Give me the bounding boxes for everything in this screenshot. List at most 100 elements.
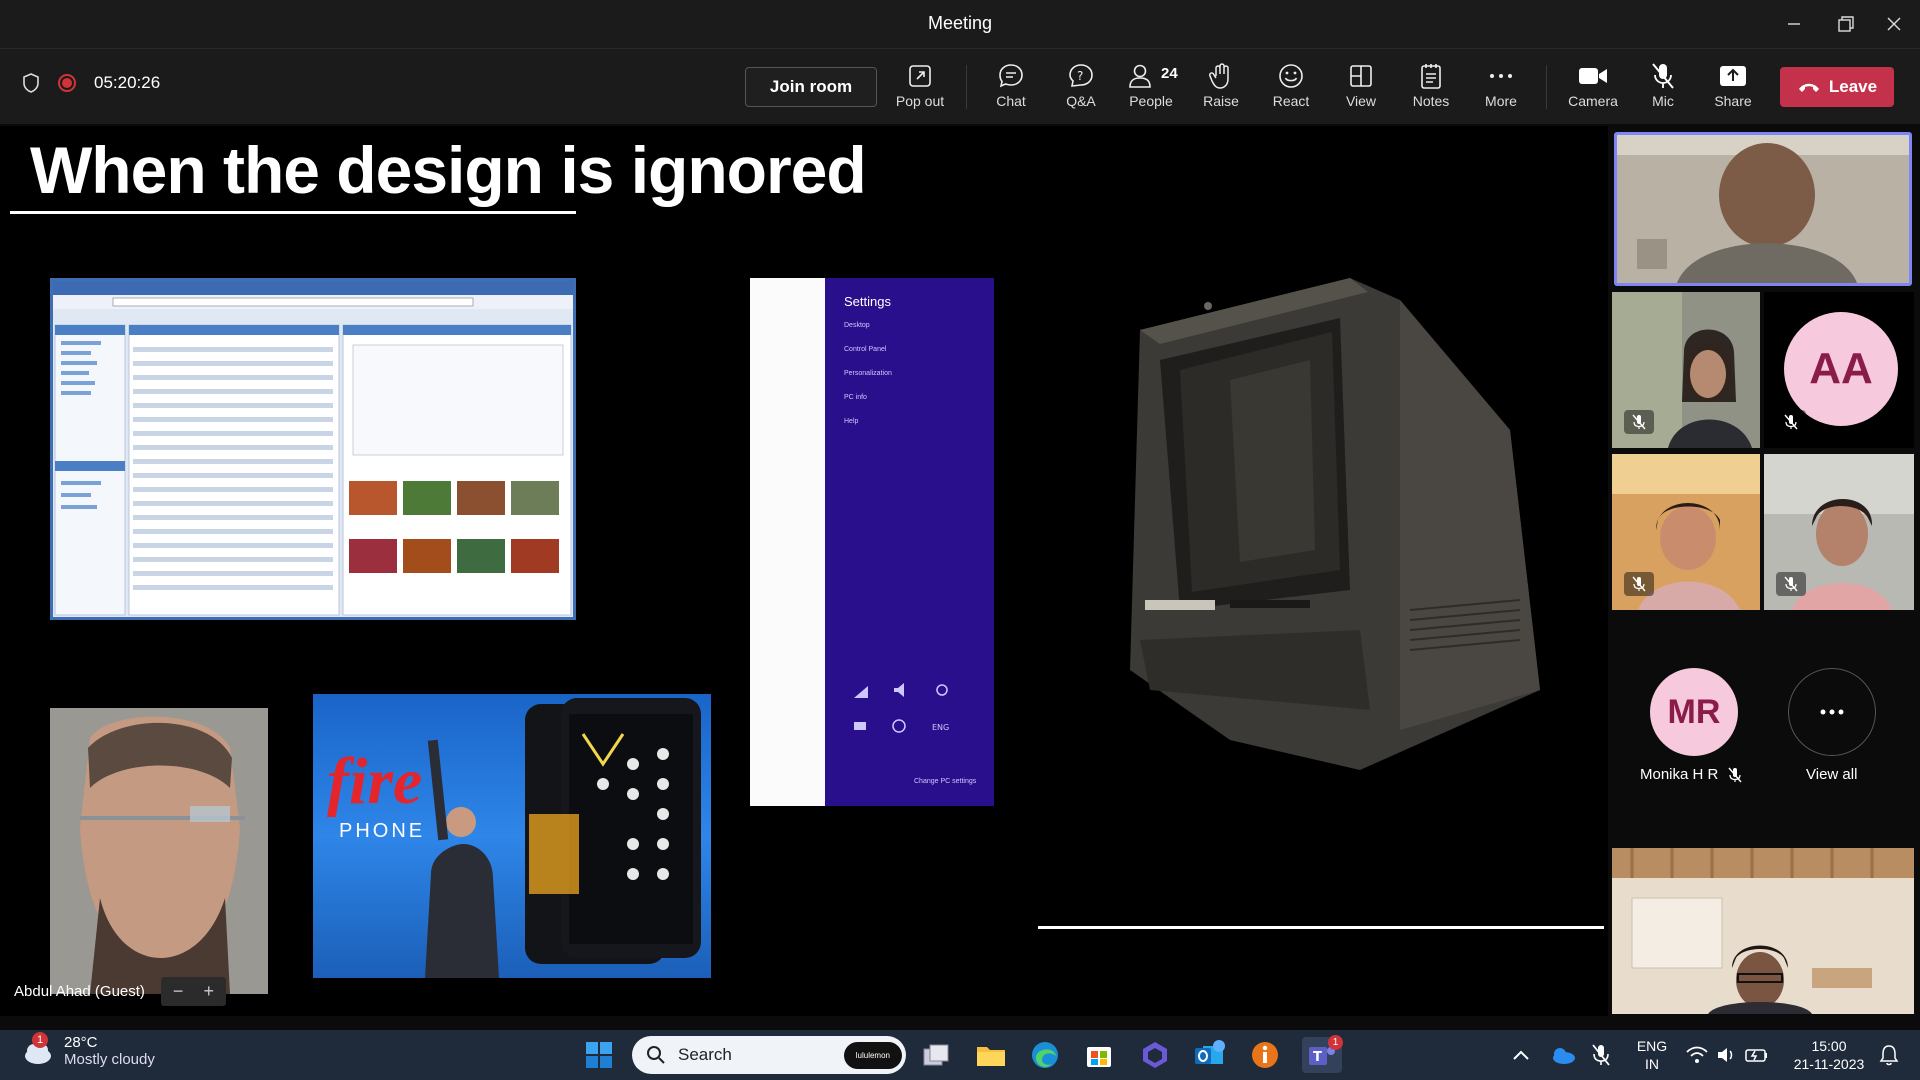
region-code: IN bbox=[1645, 1056, 1659, 1072]
qa-button[interactable]: ? Q&A bbox=[1048, 59, 1114, 119]
pop-out-button[interactable]: Pop out bbox=[887, 59, 953, 119]
settings-panel-title: Settings bbox=[844, 294, 891, 309]
view-button[interactable]: View bbox=[1328, 59, 1394, 119]
taskbar-search-box[interactable]: Search lululemon bbox=[632, 1036, 906, 1074]
info-app-button[interactable] bbox=[1248, 1039, 1282, 1071]
notes-button[interactable]: Notes bbox=[1398, 59, 1464, 119]
qa-icon: ? bbox=[1069, 64, 1093, 87]
view-all-label: View all bbox=[1806, 766, 1858, 783]
wifi-icon bbox=[1686, 1046, 1708, 1063]
participant-tile-video[interactable] bbox=[1612, 454, 1760, 610]
leave-button[interactable]: Leave bbox=[1780, 67, 1894, 107]
tray-mic-button[interactable] bbox=[1584, 1039, 1618, 1071]
show-hidden-icons-button[interactable] bbox=[1504, 1039, 1538, 1071]
copilot-button[interactable] bbox=[1138, 1039, 1172, 1071]
more-button[interactable]: More bbox=[1468, 59, 1534, 119]
fire-phone-drawing bbox=[425, 698, 701, 978]
edge-browser-button[interactable] bbox=[1028, 1039, 1062, 1071]
people-button[interactable]: 24 People bbox=[1118, 59, 1184, 119]
language-code: ENG bbox=[1636, 1038, 1668, 1054]
settings-item: Desktop bbox=[844, 322, 870, 329]
mic-muted-indicator bbox=[1776, 572, 1806, 596]
weather-condition: Mostly cloudy bbox=[64, 1051, 155, 1068]
svg-text:ENG: ENG bbox=[932, 723, 949, 732]
info-icon bbox=[1252, 1042, 1278, 1068]
camera-label: Camera bbox=[1568, 93, 1618, 109]
restore-button[interactable] bbox=[1826, 8, 1866, 40]
teams-button[interactable]: T 1 bbox=[1302, 1035, 1343, 1073]
video-feed-self-background bbox=[1612, 848, 1914, 1014]
toolbar-divider bbox=[966, 65, 967, 109]
volume-button[interactable] bbox=[1710, 1039, 1744, 1071]
participant-tile-active-speaker[interactable] bbox=[1614, 132, 1912, 286]
recording-icon bbox=[58, 74, 76, 92]
shield-icon[interactable] bbox=[22, 73, 40, 93]
pop-out-label: Pop out bbox=[895, 93, 945, 109]
view-label: View bbox=[1345, 93, 1377, 109]
zoom-controls: − + bbox=[160, 976, 226, 1006]
input-language[interactable]: ENG IN bbox=[1632, 1037, 1672, 1073]
zoom-out-button[interactable]: − bbox=[173, 981, 184, 1002]
join-room-button[interactable]: Join room bbox=[745, 67, 877, 107]
file-explorer-button[interactable] bbox=[974, 1039, 1008, 1071]
search-highlight-pill[interactable]: lululemon bbox=[843, 1041, 902, 1069]
participant-tile-avatar[interactable]: AA bbox=[1764, 292, 1914, 448]
people-label: People bbox=[1129, 93, 1173, 109]
battery-charging-icon bbox=[1745, 1049, 1767, 1062]
settings-item: Control Panel bbox=[844, 346, 887, 353]
weather-widget[interactable]: 1 28°C Mostly cloudy bbox=[20, 1032, 155, 1068]
self-view-tile[interactable] bbox=[1612, 848, 1914, 1014]
close-button[interactable] bbox=[1874, 8, 1914, 40]
camera-button[interactable]: Camera bbox=[1560, 59, 1626, 119]
browser-screenshot-drawing bbox=[53, 281, 573, 616]
search-placeholder: Search bbox=[678, 1045, 732, 1064]
notifications-button[interactable] bbox=[1874, 1039, 1904, 1071]
phone-hangup-icon bbox=[1798, 83, 1819, 92]
mic-off-icon bbox=[1592, 1044, 1610, 1066]
participant-tile-video[interactable] bbox=[1764, 454, 1914, 610]
copilot-hexagon-icon bbox=[1143, 1042, 1167, 1068]
react-button[interactable]: React bbox=[1258, 59, 1324, 119]
start-button[interactable] bbox=[582, 1039, 616, 1071]
folder-icon bbox=[977, 1047, 1005, 1066]
edge-icon bbox=[1032, 1042, 1058, 1068]
bell-snooze-icon bbox=[1879, 1045, 1899, 1066]
camera-icon bbox=[1579, 68, 1607, 84]
mic-muted-indicator bbox=[1624, 572, 1654, 596]
slide-image-browser-screenshot bbox=[50, 278, 576, 620]
presenter-label: Abdul Ahad (Guest) − + bbox=[14, 976, 226, 1006]
participant-avatar-mr[interactable]: MR bbox=[1650, 668, 1738, 756]
view-all-button[interactable] bbox=[1788, 668, 1876, 756]
clock[interactable]: 15:00 21-11-2023 bbox=[1784, 1037, 1874, 1073]
mic-button[interactable]: Mic bbox=[1630, 59, 1696, 119]
raise-hand-button[interactable]: Raise bbox=[1188, 59, 1254, 119]
slide-image-settings-charm: Settings Desktop Control Panel Personali… bbox=[750, 278, 994, 806]
outlook-button[interactable] bbox=[1192, 1039, 1226, 1071]
minimize-icon bbox=[1788, 23, 1800, 25]
store-button[interactable] bbox=[1082, 1039, 1116, 1071]
window-title-bar: Meeting bbox=[0, 0, 1920, 48]
settings-quick-icons: ENG bbox=[854, 683, 949, 733]
participant-tile-video[interactable] bbox=[1612, 292, 1760, 448]
task-view-button[interactable] bbox=[919, 1039, 953, 1071]
more-label: More bbox=[1485, 93, 1517, 109]
teams-notification-badge: 1 bbox=[1328, 1035, 1343, 1050]
slide-image-fire-phone: fire PHONE bbox=[313, 694, 711, 978]
chevron-up-icon bbox=[1513, 1050, 1529, 1060]
retro-computer-drawing bbox=[1130, 278, 1540, 770]
windows-logo-icon bbox=[586, 1042, 612, 1068]
onedrive-button[interactable] bbox=[1546, 1039, 1580, 1071]
battery-button[interactable] bbox=[1740, 1039, 1774, 1071]
chat-button[interactable]: Chat bbox=[978, 59, 1044, 119]
share-button[interactable]: Share bbox=[1700, 59, 1766, 119]
weather-alert-badge: 1 bbox=[32, 1032, 48, 1048]
minimize-button[interactable] bbox=[1774, 8, 1814, 40]
slide-title-underline bbox=[10, 211, 576, 214]
people-count: 24 bbox=[1161, 65, 1178, 82]
zoom-in-button[interactable]: + bbox=[203, 981, 214, 1002]
slide-image-retro-computer bbox=[1100, 270, 1560, 770]
network-button[interactable] bbox=[1680, 1039, 1714, 1071]
clock-date: 21-11-2023 bbox=[1793, 1056, 1865, 1072]
raise-hand-icon bbox=[1209, 63, 1229, 89]
settings-left-area bbox=[750, 278, 825, 806]
